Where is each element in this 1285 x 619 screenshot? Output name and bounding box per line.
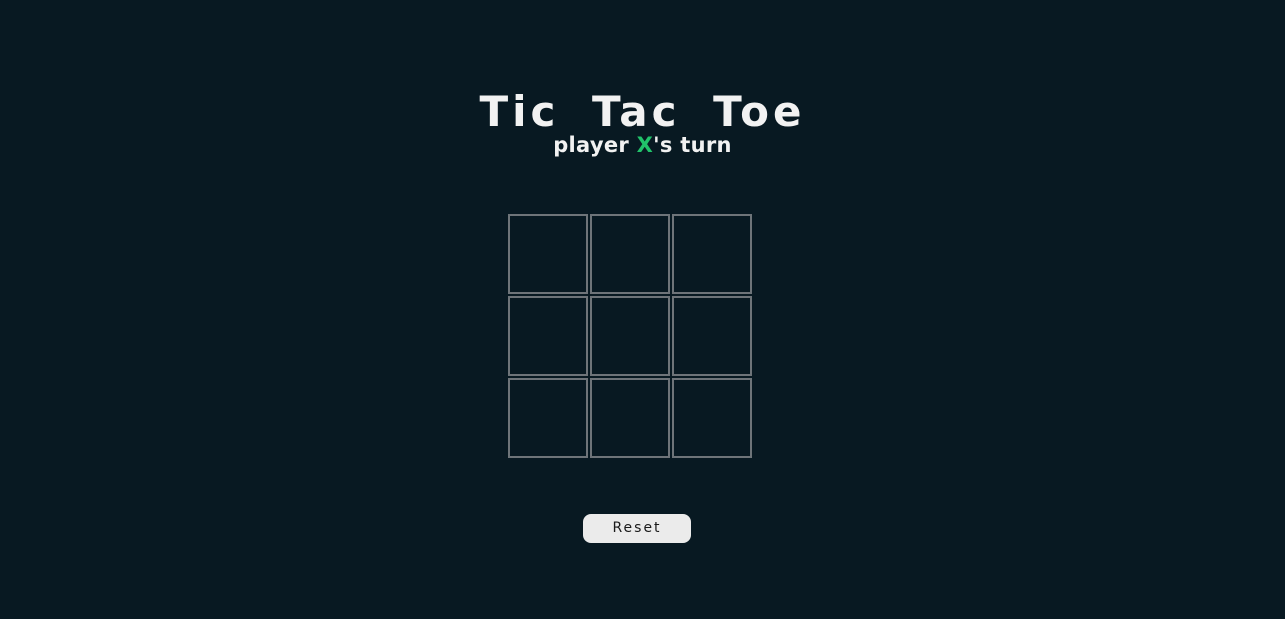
- board-cell-2[interactable]: [590, 214, 670, 294]
- board-cell-7[interactable]: [508, 378, 588, 458]
- board-cell-1[interactable]: [508, 214, 588, 294]
- board-cell-5[interactable]: [590, 296, 670, 376]
- board-cell-9[interactable]: [672, 378, 752, 458]
- board-cell-4[interactable]: [508, 296, 588, 376]
- turn-suffix: 's turn: [653, 133, 732, 157]
- board-cell-3[interactable]: [672, 214, 752, 294]
- turn-prefix: player: [553, 133, 637, 157]
- reset-button[interactable]: Reset: [583, 514, 691, 543]
- game-board: [508, 214, 752, 458]
- turn-indicator: player X's turn: [0, 130, 1285, 160]
- board-cell-6[interactable]: [672, 296, 752, 376]
- current-player-mark: X: [636, 133, 654, 157]
- board-cell-8[interactable]: [590, 378, 670, 458]
